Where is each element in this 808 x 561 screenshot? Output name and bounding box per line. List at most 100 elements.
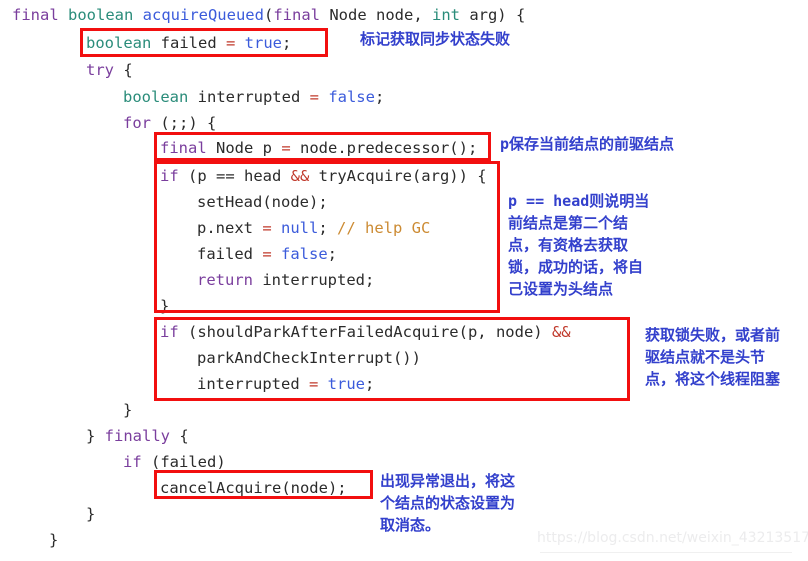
code-token: = <box>309 88 329 106</box>
annotation-line: p == head则说明当 <box>508 190 649 212</box>
annotation-line: 点，将这个线程阻塞 <box>645 368 780 390</box>
code-token: (;;) { <box>151 114 217 132</box>
annotation-text: 点，将这个线程阻塞 <box>645 370 781 388</box>
annotation-text: 则说明当 <box>589 192 650 210</box>
code-token: ; <box>374 88 385 106</box>
code-token: = <box>262 219 281 237</box>
code-token: boolean <box>86 34 161 52</box>
code-token: final <box>160 139 216 157</box>
annotation-line: 驱结点就不是头节 <box>645 346 780 368</box>
code-token: interrupted; <box>253 271 375 289</box>
code-token: finally <box>104 427 170 445</box>
code-token: ; <box>318 219 337 237</box>
annotation-line: 获取锁失败，或者前 <box>645 324 780 346</box>
code-line: } <box>160 296 169 316</box>
annotation-text: 驱结点就不是头节 <box>645 348 766 366</box>
annotation-text: 获取锁失败，或者前 <box>645 326 781 344</box>
screenshot-root: final boolean acquireQueued(final Node n… <box>0 0 808 561</box>
code-token: = <box>308 375 328 393</box>
code-token: false <box>328 88 375 106</box>
code-line: cancelAcquire(node); <box>160 478 347 498</box>
code-token: failed <box>160 34 226 52</box>
code-token: { <box>170 427 189 445</box>
code-token: interrupted <box>197 375 309 393</box>
annotation-text: 锁，成功的话，将自 <box>508 258 644 276</box>
code-token: node.predecessor(); <box>300 139 478 157</box>
code-token: int <box>431 6 470 24</box>
annotation-text: p <box>500 135 510 153</box>
code-line: } <box>123 400 132 420</box>
code-line: } finally { <box>86 426 189 446</box>
code-line: try { <box>86 60 133 80</box>
code-token: for <box>123 114 151 132</box>
code-line: p.next = null; // help GC <box>197 218 430 238</box>
code-token: false <box>281 245 328 263</box>
code-token: acquireQueued <box>142 6 264 24</box>
code-token: Node node, <box>329 6 432 24</box>
code-token: tryAcquire(arg)) { <box>309 167 487 185</box>
code-token: { <box>114 61 133 79</box>
code-token: if <box>123 453 142 471</box>
code-line: if (shouldParkAfterFailedAcquire(p, node… <box>160 322 571 342</box>
code-line: if (p == head && tryAcquire(arg)) { <box>160 166 487 186</box>
code-token: = <box>262 245 281 263</box>
annotation-anno-if-tryacquire: p == head则说明当前结点是第二个结 点，有资格去获取 锁，成功的话，将自己设… <box>508 190 649 300</box>
annotation-anno-failed: 标记获取同步状态失败 <box>360 28 510 50</box>
code-token: // help GC <box>337 219 431 237</box>
annotation-line: 锁，成功的话，将自 <box>508 256 649 278</box>
code-token: Node p <box>216 139 282 157</box>
code-token: } <box>86 427 105 445</box>
code-token: parkAndCheckInterrupt()) <box>197 349 421 367</box>
annotation-line: 前结点是第二个结 <box>508 212 649 234</box>
code-token: } <box>86 505 96 523</box>
code-token: && <box>551 323 571 341</box>
code-line: return interrupted; <box>197 270 374 290</box>
code-token: true <box>327 375 365 393</box>
code-line: boolean interrupted = false; <box>123 87 384 107</box>
code-token: ( <box>263 6 274 24</box>
annotation-line: 个结点的状态设置为 <box>380 492 515 514</box>
annotation-text: 个结点的状态设置为 <box>380 494 516 512</box>
code-line: failed = false; <box>197 244 337 264</box>
code-token: ; <box>281 34 292 52</box>
annotation-line: 己设置为头结点 <box>508 278 649 300</box>
code-token: final <box>273 6 330 24</box>
annotation-text: 前结点是第二个结 <box>508 214 629 232</box>
annotation-text: 取消态。 <box>380 516 441 534</box>
annotation-line: p保存当前结点的前驱结点 <box>500 133 674 155</box>
code-token: (p == head <box>178 167 291 185</box>
watermark-text: https://blog.csdn.net/weixin_43213517 <box>537 530 808 546</box>
annotation-line: 出现异常退出，将这 <box>380 470 515 492</box>
code-token: return <box>197 271 253 289</box>
code-token: && <box>290 167 310 185</box>
code-line: final Node p = node.predecessor(); <box>160 138 477 158</box>
code-token: failed <box>197 245 263 263</box>
code-token: try <box>86 61 114 79</box>
code-token: if <box>160 323 179 341</box>
code-line: interrupted = true; <box>197 374 374 394</box>
code-line: for (;;) { <box>123 113 216 133</box>
annotation-text: 标记获取同步状态失败 <box>360 30 511 48</box>
annotation-anno-predecessor: p保存当前结点的前驱结点 <box>500 133 674 155</box>
code-token: } <box>49 531 59 549</box>
code-token: (failed) <box>141 453 226 471</box>
code-token: ; <box>327 245 338 263</box>
code-token: } <box>160 297 170 315</box>
annotation-text: p == head <box>508 192 590 210</box>
code-token: true <box>244 34 282 52</box>
code-token: ; <box>364 375 375 393</box>
annotation-text: 出现异常退出，将这 <box>380 472 516 490</box>
code-line: } <box>49 530 58 550</box>
code-token: if <box>160 167 179 185</box>
code-token: } <box>123 401 133 419</box>
code-token: arg) { <box>469 6 526 24</box>
annotation-text: 点，有资格去获取 <box>508 236 629 254</box>
annotation-line: 点，有资格去获取 <box>508 234 649 256</box>
annotation-line: 取消态。 <box>380 514 515 536</box>
code-token: boolean <box>68 6 143 24</box>
code-line: } <box>86 504 95 524</box>
code-token: = <box>281 139 300 157</box>
annotation-text: 保存当前结点的前驱结点 <box>509 135 675 153</box>
code-line: final boolean acquireQueued(final Node n… <box>12 5 525 25</box>
watermark-rule <box>540 552 792 553</box>
